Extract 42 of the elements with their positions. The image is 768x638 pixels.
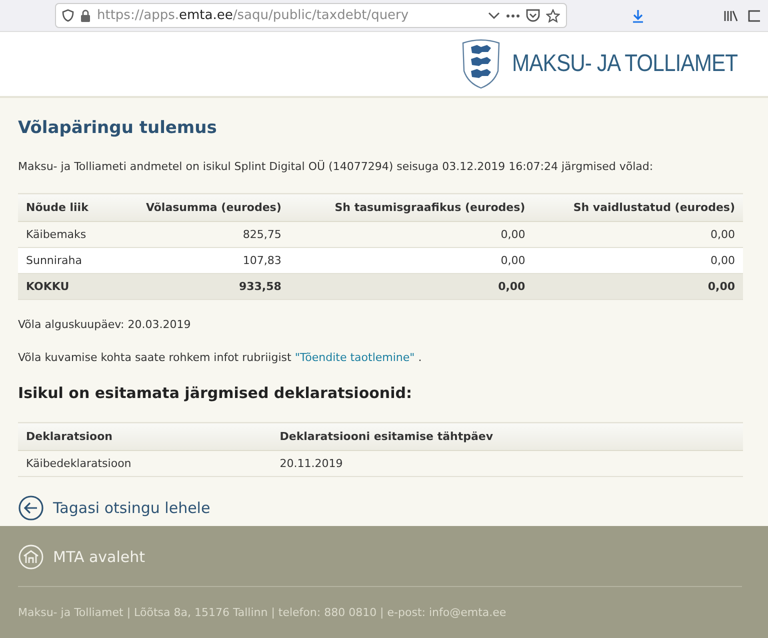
table-cell: 0,00 [289,248,534,274]
column-header: Deklaratsioon [18,422,272,450]
table-cell: 825,75 [110,222,290,248]
back-link[interactable]: Tagasi otsingu lehele [18,495,210,521]
column-header: Deklaratsiooni esitamise tähtpäev [272,422,743,450]
section-heading: Isikul on esitamata järgmised deklaratsioonid: [18,384,413,402]
table-cell: KOKKU [18,274,111,300]
lock-icon [80,9,91,22]
certificates-link[interactable]: "Tõendite taotlemine" [294,351,415,364]
sidebar-icon[interactable] [748,10,760,22]
column-header: Võlasumma (eurodes) [110,194,290,222]
column-header: Sh vaidlustatud (eurodes) [533,194,743,222]
logo-text: MAKSU- JA TOLLIAMET [512,50,738,78]
address-bar[interactable]: https://apps.emta.ee/saqu/public/taxdebt/query [55,3,567,28]
table-cell: 0,00 [533,222,743,248]
column-header: Nõude liik [18,194,111,222]
page-title: Võlapäringu tulemus [18,118,218,138]
shield-icon [62,9,74,22]
contact-text: Maksu- ja Tolliamet | Lõõtsa 8a, 15176 Tallinn | telefon: 880 0810 | e-post: info@emta.ee [18,606,508,619]
table-cell: 0,00 [289,274,534,300]
url-text: https://apps.emta.ee/saqu/public/taxdebt/query [97,8,410,23]
table-cell: 0,00 [533,248,743,274]
table-cell: 0,00 [533,274,743,300]
star-icon[interactable] [546,8,560,22]
coat-of-arms-icon [460,39,502,89]
column-header: Sh tasumisgraafikus (eurodes) [289,194,534,222]
table-cell: Käibemaks [18,222,111,248]
download-icon[interactable] [632,8,644,22]
table-cell: 107,83 [110,248,290,274]
table-cell: 933,58 [110,274,290,300]
chevron-down-icon[interactable] [488,12,500,20]
pocket-icon[interactable] [526,9,540,22]
table-cell: Käibedeklaratsioon [18,450,272,476]
info-text: Võla kuvamise kohta saate rohkem infot rubriigist "Tõendite taotlemine" . [18,351,423,364]
table-cell: 0,00 [289,222,534,248]
table-cell: Sunniraha [18,248,111,274]
intro-text: Maksu- ja Tolliameti andmetel on isikul Splint Digital OÜ (14077294) seisuga 03.12.2019 16:07:24 järgmised võlad: [18,160,654,173]
more-icon[interactable] [506,14,520,18]
home-icon [18,544,44,570]
start-date-text: Võla alguskuupäev: 20.03.2019 [18,318,192,331]
table-cell: 20.11.2019 [272,450,743,476]
library-icon[interactable] [724,10,738,22]
